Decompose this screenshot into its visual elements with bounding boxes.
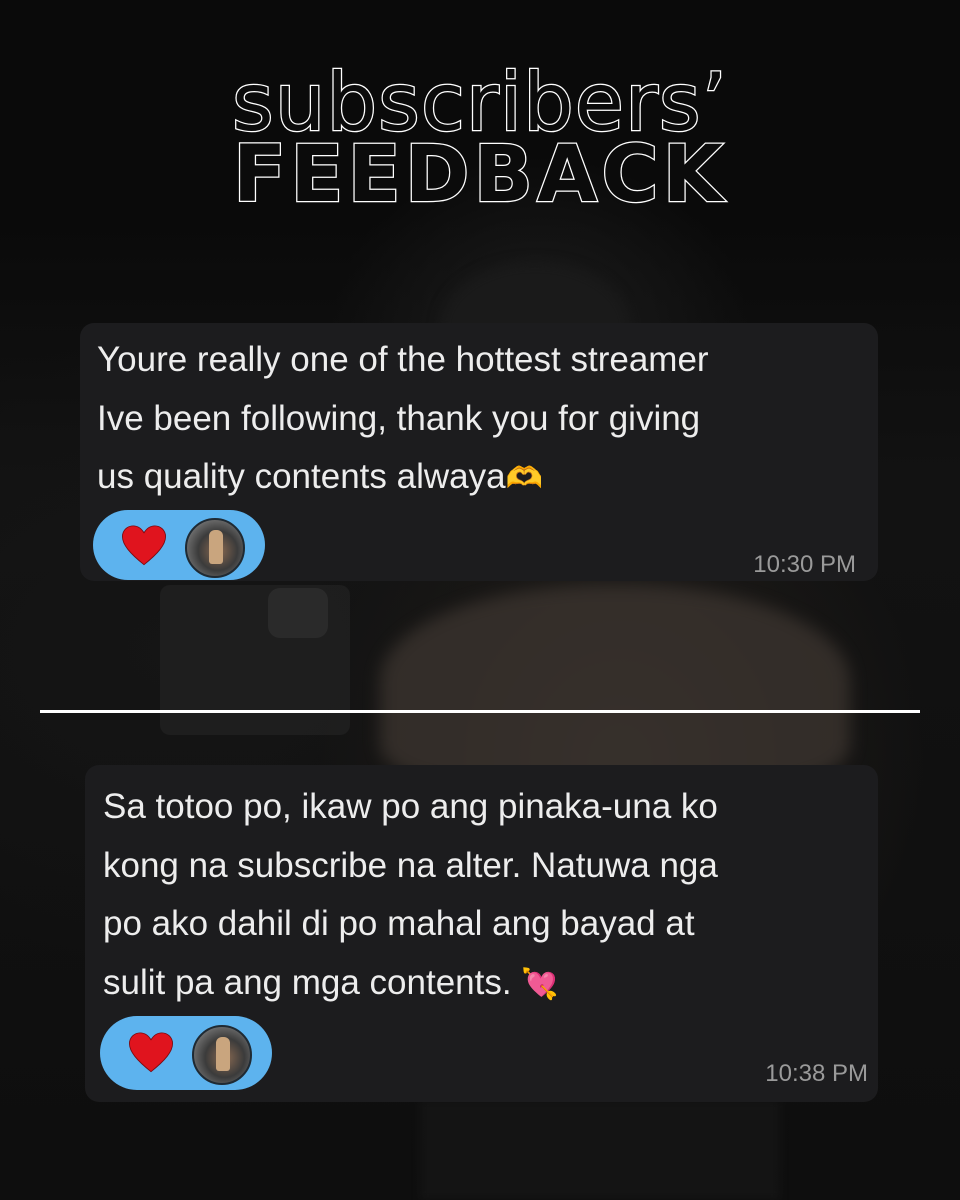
page-title-line-2: FEEDBACK — [232, 129, 728, 222]
avatar-figure — [216, 1037, 230, 1071]
message-bubble[interactable]: Youre really one of the hottest streamer… — [80, 323, 878, 581]
message-timestamp: 10:30 PM — [753, 551, 856, 578]
background-photo-camera — [268, 588, 328, 638]
divider — [40, 710, 920, 713]
message-text-body: Youre really one of the hottest streamer… — [97, 340, 709, 496]
reaction-pill[interactable] — [100, 1016, 272, 1090]
background-photo-legs — [420, 1100, 780, 1200]
message-text-body: Sa totoo po, ikaw po ang pinaka-una ko k… — [103, 787, 718, 1002]
heart-arrow-emoji-icon: 💘 — [521, 967, 559, 1001]
heart-icon — [129, 1032, 173, 1073]
avatar — [192, 1025, 252, 1085]
reaction-pill[interactable] — [93, 510, 265, 580]
message-bubble[interactable]: Sa totoo po, ikaw po ang pinaka-una ko k… — [85, 765, 878, 1102]
message-text: Sa totoo po, ikaw po ang pinaka-una ko k… — [103, 778, 873, 1014]
heart-hands-emoji-icon: 🫶 — [505, 462, 543, 495]
avatar-figure — [209, 530, 223, 564]
background-photo-torso — [380, 585, 850, 785]
avatar — [185, 518, 245, 578]
feedback-page: subscribers’ FEEDBACK Youre really one o… — [0, 0, 960, 1200]
message-timestamp: 10:38 PM — [765, 1060, 868, 1087]
heart-icon — [122, 525, 166, 566]
message-text: Youre really one of the hottest streamer… — [97, 331, 867, 509]
